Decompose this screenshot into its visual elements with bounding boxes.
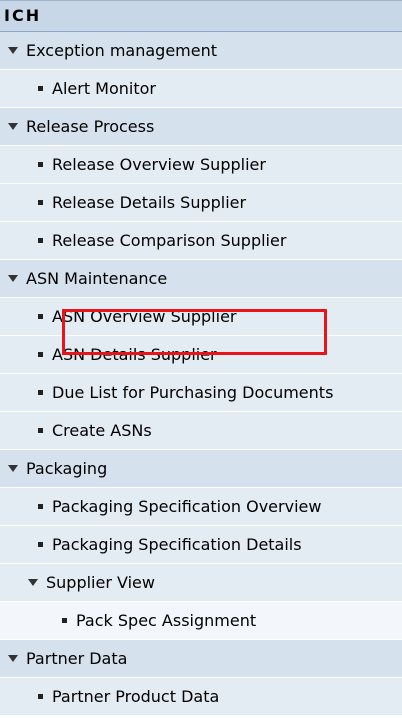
expanded-triangle-icon [8,123,18,130]
group-partner-data[interactable]: Partner Data [0,640,402,678]
menu-item-label: Partner Product Data [52,687,220,706]
bullet-icon [38,238,43,243]
menu-item-release-comparison-supplier[interactable]: Release Comparison Supplier [0,222,402,260]
bullet-icon [38,314,43,319]
expanded-triangle-icon [28,579,38,586]
menu-item-packaging-specification-overview[interactable]: Packaging Specification Overview [0,488,402,526]
menu-item-release-details-supplier[interactable]: Release Details Supplier [0,184,402,222]
group-label: Exception management [26,41,218,60]
subgroup-supplier-view[interactable]: Supplier View [0,564,402,602]
highlight-box [62,309,327,355]
expanded-triangle-icon [8,47,18,54]
expanded-triangle-icon [8,275,18,282]
group-label: ASN Maintenance [26,269,168,288]
menu-item-label: Due List for Purchasing Documents [52,383,334,402]
group-label: Release Process [26,117,155,136]
bullet-icon [38,504,43,509]
group-label: Partner Data [26,649,128,668]
group-release-process[interactable]: Release Process [0,108,402,146]
menu-item-label: Alert Monitor [52,79,156,98]
bullet-icon [38,428,43,433]
expanded-triangle-icon [8,465,18,472]
menu-item-create-asns[interactable]: Create ASNs [0,412,402,450]
menu-item-alert-monitor[interactable]: Alert Monitor [0,70,402,108]
bullet-icon [38,390,43,395]
menu-item-label: Release Details Supplier [52,193,247,212]
bullet-icon [38,86,43,91]
menu-item-pack-spec-assignment[interactable]: Pack Spec Assignment [0,602,402,640]
nav-header-title: ICH [4,6,42,25]
bullet-icon [38,352,43,357]
group-packaging[interactable]: Packaging [0,450,402,488]
menu-item-label: Release Overview Supplier [52,155,266,174]
menu-item-label: Pack Spec Assignment [76,611,257,630]
bullet-icon [38,542,43,547]
group-exception-management[interactable]: Exception management [0,32,402,70]
group-asn-maintenance[interactable]: ASN Maintenance [0,260,402,298]
menu-item-label: Packaging Specification Overview [52,497,322,516]
bullet-icon [62,618,67,623]
bullet-icon [38,200,43,205]
navigation-panel: ICH Exception management Alert Monitor R… [0,0,402,716]
bullet-icon [38,162,43,167]
menu-item-partner-product-data[interactable]: Partner Product Data [0,678,402,716]
bullet-icon [38,694,43,699]
menu-item-release-overview-supplier[interactable]: Release Overview Supplier [0,146,402,184]
expanded-triangle-icon [8,655,18,662]
menu-item-label: Create ASNs [52,421,152,440]
group-label: Packaging [26,459,108,478]
subgroup-label: Supplier View [46,573,155,592]
menu-item-label: Release Comparison Supplier [52,231,287,250]
menu-item-packaging-specification-details[interactable]: Packaging Specification Details [0,526,402,564]
menu-item-due-list-purchasing-documents[interactable]: Due List for Purchasing Documents [0,374,402,412]
menu-item-label: Packaging Specification Details [52,535,302,554]
nav-header: ICH [0,0,402,32]
